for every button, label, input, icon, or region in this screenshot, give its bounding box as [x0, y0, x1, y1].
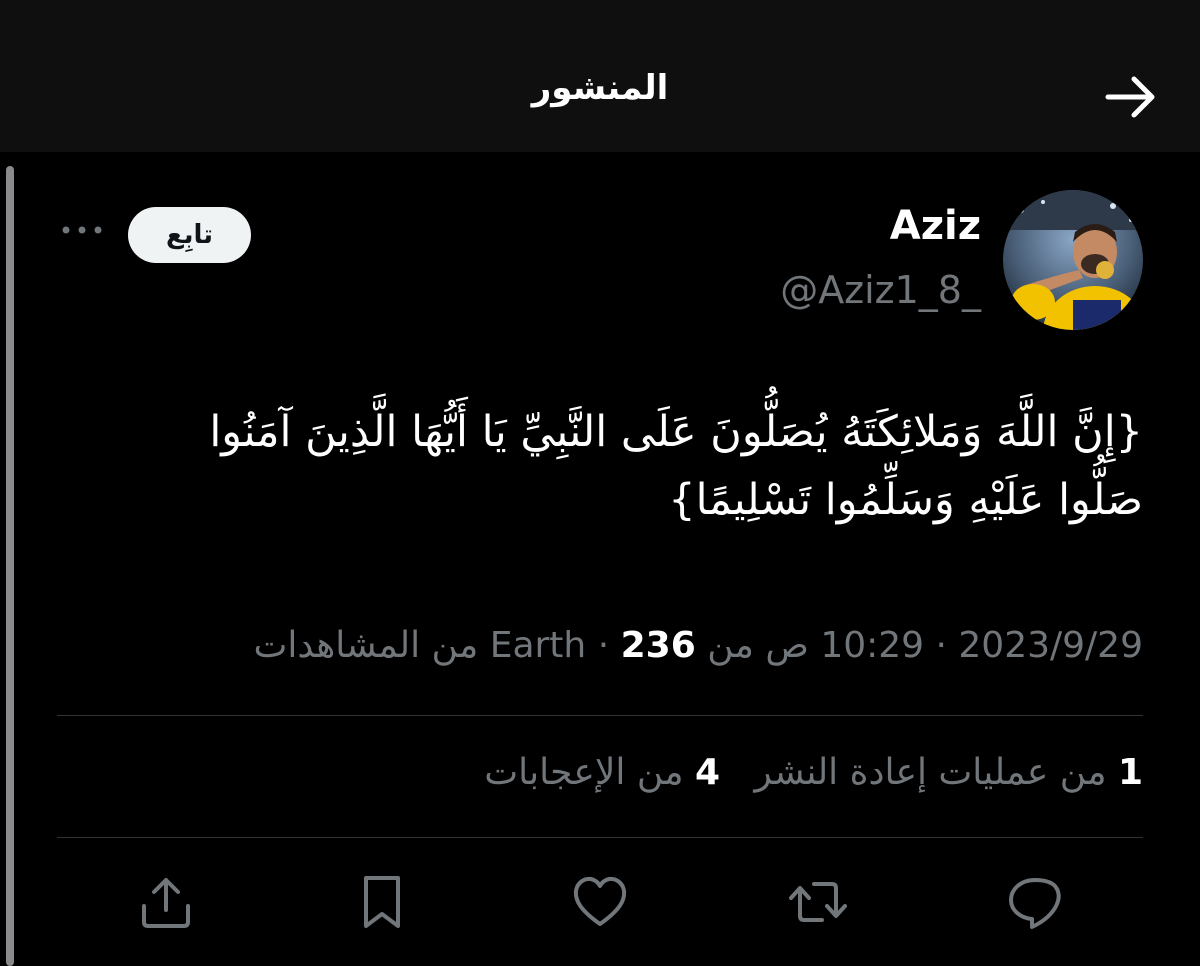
like-heart-icon[interactable]: [570, 872, 630, 932]
scrollbar[interactable]: [6, 166, 14, 966]
repost-icon[interactable]: [788, 872, 848, 932]
top-bar: المنشور: [0, 0, 1200, 152]
retweets-label: من عمليات إعادة النشر: [754, 752, 1107, 793]
retweets-count: 1: [1117, 752, 1143, 793]
likes-label: من الإعجابات: [484, 752, 684, 793]
tweet-text-line-1: {إِنَّ اللَّهَ وَمَلائِكَتَهُ يُصَلُّونَ…: [209, 407, 1143, 457]
retweets-stat[interactable]: 1 من عمليات إعادة النشر: [754, 752, 1143, 793]
avatar[interactable]: [1003, 190, 1143, 330]
share-icon[interactable]: [136, 872, 196, 932]
follow-button[interactable]: تابِع: [128, 207, 251, 263]
tweet-time[interactable]: 10:29 ص: [765, 625, 924, 666]
more-options-icon[interactable]: [60, 220, 104, 240]
likes-count: 4: [694, 752, 721, 793]
likes-stat[interactable]: 4 من الإعجابات: [484, 752, 720, 793]
page-title: المنشور: [531, 68, 669, 108]
tweet-date[interactable]: 2023/9/29: [958, 625, 1143, 666]
divider: [57, 837, 1143, 838]
arrow-right-icon[interactable]: [1100, 70, 1160, 124]
views-count[interactable]: 236: [621, 625, 696, 666]
divider: [57, 715, 1143, 716]
tweet-metadata: 2023/9/29 · 10:29 ص من Earth · 236 من ال…: [253, 625, 1143, 666]
reply-icon[interactable]: [1005, 872, 1065, 932]
author-handle[interactable]: @Aziz1_8_: [700, 268, 981, 312]
tweet-text-line-2: صَلُّوا عَلَيْهِ وَسَلِّمُوا تَسْلِيمًا}: [668, 475, 1143, 525]
profile-photo: [1003, 190, 1143, 330]
views-label[interactable]: من المشاهدات: [253, 625, 478, 666]
author-name[interactable]: Aziz: [800, 203, 981, 249]
tweet-text: {إِنَّ اللَّهَ وَمَلائِكَتَهُ يُصَلُّونَ…: [70, 398, 1143, 534]
engagement-stats: 1 من عمليات إعادة النشر 4 من الإعجابات: [100, 752, 1143, 793]
bookmark-icon[interactable]: [352, 872, 412, 932]
